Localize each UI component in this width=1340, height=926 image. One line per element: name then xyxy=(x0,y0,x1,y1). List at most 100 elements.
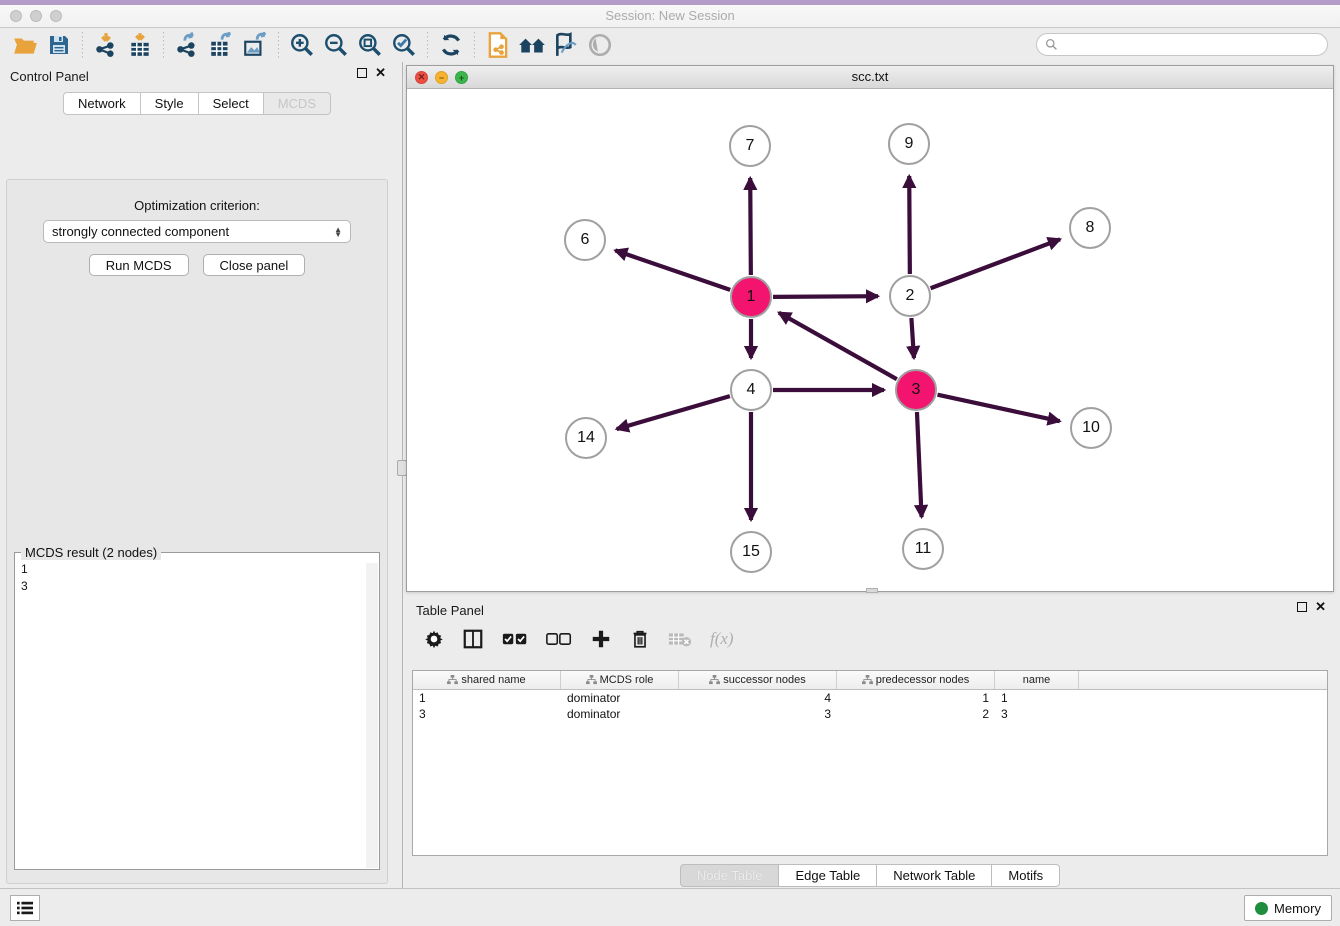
tab-network[interactable]: Network xyxy=(63,92,140,115)
control-panel-close-icon[interactable]: ✕ xyxy=(375,68,386,78)
control-panel-title: Control Panel xyxy=(10,69,89,84)
tab-network-table[interactable]: Network Table xyxy=(877,864,992,887)
graph-node-1[interactable]: 1 xyxy=(730,276,772,318)
edge-3-1[interactable] xyxy=(779,313,897,379)
task-history-button[interactable] xyxy=(10,895,40,921)
graph-node-10[interactable]: 10 xyxy=(1070,407,1112,449)
table-panel-close-icon[interactable]: ✕ xyxy=(1315,602,1326,612)
control-panel-float-icon[interactable] xyxy=(357,68,367,78)
tab-edge-table[interactable]: Edge Table xyxy=(779,864,877,887)
network-resize-grip[interactable] xyxy=(866,588,878,593)
search-box[interactable] xyxy=(1036,33,1328,56)
export-image-button[interactable] xyxy=(238,30,272,60)
graph-node-8[interactable]: 8 xyxy=(1069,207,1111,249)
import-table-button[interactable] xyxy=(123,30,157,60)
export-network-button[interactable] xyxy=(170,30,204,60)
node-table[interactable]: shared nameMCDS rolesuccessor nodesprede… xyxy=(412,670,1328,856)
table-cell[interactable]: 1 xyxy=(413,690,561,706)
control-panel: Control Panel ✕ NetworkStyleSelectMCDS O… xyxy=(0,62,394,888)
column-header-shared-name[interactable]: shared name xyxy=(413,671,561,689)
delete-row-icon[interactable] xyxy=(630,628,650,650)
add-row-icon[interactable] xyxy=(590,628,612,650)
table-cell[interactable]: 4 xyxy=(679,690,837,706)
column-header-predecessor-nodes[interactable]: predecessor nodes xyxy=(837,671,995,689)
open-session-button[interactable] xyxy=(8,30,42,60)
tab-node-table[interactable]: Node Table xyxy=(680,864,780,887)
zoom-out-button[interactable] xyxy=(319,30,353,60)
zoom-fit-icon xyxy=(357,32,383,58)
memory-button[interactable]: Memory xyxy=(1244,895,1332,921)
graph-node-4[interactable]: 4 xyxy=(730,369,772,411)
graph-node-9[interactable]: 9 xyxy=(888,123,930,165)
zoom-selected-button[interactable] xyxy=(387,30,421,60)
window-title: Session: New Session xyxy=(0,8,1340,23)
column-header-MCDS-role[interactable]: MCDS role xyxy=(561,671,679,689)
save-session-button[interactable] xyxy=(42,30,76,60)
optimization-criterion-label: Optimization criterion: xyxy=(7,198,387,213)
settings-gear-icon[interactable] xyxy=(424,629,444,649)
zoom-in-button[interactable] xyxy=(285,30,319,60)
graph-node-2[interactable]: 2 xyxy=(889,275,931,317)
table-cell[interactable]: 1 xyxy=(837,690,995,706)
edge-1-6[interactable] xyxy=(615,250,730,289)
graph-node-3[interactable]: 3 xyxy=(895,369,937,411)
table-cell[interactable]: dominator xyxy=(561,706,679,722)
tab-select[interactable]: Select xyxy=(198,92,263,115)
show-column-icon[interactable] xyxy=(462,628,484,650)
edge-1-2[interactable] xyxy=(773,296,878,297)
graph-node-11[interactable]: 11 xyxy=(902,528,944,570)
show-all-button[interactable] xyxy=(583,30,617,60)
select-all-icon[interactable] xyxy=(502,631,528,647)
zoom-fit-button[interactable] xyxy=(353,30,387,60)
graph-node-6[interactable]: 6 xyxy=(564,219,606,261)
network-canvas[interactable]: 7 9 6 8 1 2 4 3 14 10 15 11 xyxy=(407,89,1333,591)
edge-3-11[interactable] xyxy=(917,412,922,517)
table-row[interactable]: 3dominator323 xyxy=(413,706,1327,722)
table-cell[interactable]: 3 xyxy=(413,706,561,722)
unselect-all-icon[interactable] xyxy=(546,631,572,647)
tab-motifs[interactable]: Motifs xyxy=(992,864,1060,887)
new-network-from-file-icon xyxy=(484,31,512,59)
table-cell[interactable]: dominator xyxy=(561,690,679,706)
graph-node-14[interactable]: 14 xyxy=(565,417,607,459)
save-session-icon xyxy=(47,33,71,57)
hide-selected-button[interactable] xyxy=(549,30,583,60)
table-row[interactable]: 1dominator411 xyxy=(413,690,1327,706)
tab-style[interactable]: Style xyxy=(140,92,198,115)
edge-2-8[interactable] xyxy=(931,239,1060,288)
attribute-type-icon xyxy=(862,675,873,685)
attribute-type-icon xyxy=(586,675,597,685)
graph-node-7[interactable]: 7 xyxy=(729,125,771,167)
edge-4-14[interactable] xyxy=(617,396,730,429)
column-header-successor-nodes[interactable]: successor nodes xyxy=(679,671,837,689)
first-neighbors-button[interactable] xyxy=(515,30,549,60)
zoom-selected-icon xyxy=(391,32,417,58)
graph-node-15[interactable]: 15 xyxy=(730,531,772,573)
table-panel-float-icon[interactable] xyxy=(1297,602,1307,612)
criterion-select[interactable]: strongly connected component ▲▼ xyxy=(43,220,351,243)
table-cell[interactable]: 1 xyxy=(995,690,1079,706)
edge-3-10[interactable] xyxy=(937,395,1059,422)
close-panel-button[interactable]: Close panel xyxy=(203,254,306,276)
tab-mcds[interactable]: MCDS xyxy=(263,92,331,115)
table-cell[interactable]: 3 xyxy=(995,706,1079,722)
edge-2-3[interactable] xyxy=(911,318,914,358)
export-table-button[interactable] xyxy=(204,30,238,60)
network-window-titlebar[interactable]: ✕ − + scc.txt xyxy=(407,66,1333,89)
run-mcds-button[interactable]: Run MCDS xyxy=(89,254,189,276)
search-input[interactable] xyxy=(1058,38,1327,52)
import-network-button[interactable] xyxy=(89,30,123,60)
result-scrollbar[interactable] xyxy=(366,563,378,868)
new-network-from-file-button[interactable] xyxy=(481,30,515,60)
refresh-button[interactable] xyxy=(434,30,468,60)
import-network-icon xyxy=(93,32,119,58)
mcds-result-text[interactable]: 1 3 xyxy=(15,553,379,603)
edge-2-9[interactable] xyxy=(909,176,910,274)
column-header-name[interactable]: name xyxy=(995,671,1079,689)
edge-1-7[interactable] xyxy=(750,178,751,275)
export-network-icon xyxy=(174,32,200,58)
task-list-icon xyxy=(16,900,34,916)
table-cell[interactable]: 2 xyxy=(837,706,995,722)
panel-splitter[interactable] xyxy=(394,62,406,888)
table-cell[interactable]: 3 xyxy=(679,706,837,722)
